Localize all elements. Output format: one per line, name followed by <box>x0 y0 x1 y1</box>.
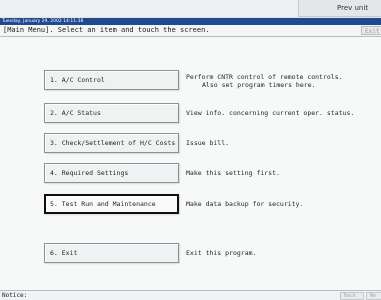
menu-button-required-settings[interactable]: 4. Required Settings <box>44 163 179 183</box>
header-bar: [Main Menu]. Select an item and touch th… <box>0 25 381 37</box>
menu-button-exit[interactable]: 6. Exit <box>44 243 179 263</box>
exit-button-top[interactable]: Exit <box>361 26 381 35</box>
menu-desc-exit: Exit this program. <box>186 249 256 257</box>
menu-desc-ac-control: Perform CNTR control of remote controls.… <box>186 73 343 89</box>
main-menu-window: Tuesday, January 29, 2002 14:11:38 [Main… <box>0 18 381 300</box>
title-bar: Tuesday, January 29, 2002 14:11:38 <box>0 18 381 25</box>
menu-desc-line: Issue bill. <box>186 139 230 147</box>
instruction-text: [Main Menu]. Select an item and touch th… <box>3 26 210 34</box>
menu-desc-required-settings: Make this setting first. <box>186 169 280 177</box>
menu-desc-line: View info. concerning current oper. stat… <box>186 109 355 117</box>
menu-button-ac-control[interactable]: 1. A/C Control <box>44 70 179 90</box>
menu-desc-line: Make data backup for security. <box>186 200 304 208</box>
menu-desc-test-run-maintenance: Make data backup for security. <box>186 200 303 208</box>
menu-desc-line: Make this setting first. <box>186 169 280 177</box>
menu-desc-line: Also set program timers here. <box>202 81 316 89</box>
menu-button-ac-status[interactable]: 2. A/C Status <box>44 103 179 123</box>
notice-label: Notice: <box>2 292 28 299</box>
menu-desc-ac-status: View info. concerning current oper. stat… <box>186 109 354 117</box>
menu-desc-hc-costs: Issue bill. <box>186 139 229 147</box>
menu-desc-line: Exit this program. <box>186 249 257 257</box>
menu-desc-line: Perform CNTR control of remote controls. <box>186 73 343 81</box>
menu-button-hc-costs[interactable]: 3. Check/Settlement of H/C Costs <box>44 133 179 153</box>
datetime-text: Tuesday, January 29, 2002 14:11:38 <box>2 19 84 24</box>
previous-unit-label[interactable]: Prev unit <box>337 4 368 12</box>
menu-button-test-run-maintenance[interactable]: 5. Test Run and Maintenance <box>44 194 179 214</box>
